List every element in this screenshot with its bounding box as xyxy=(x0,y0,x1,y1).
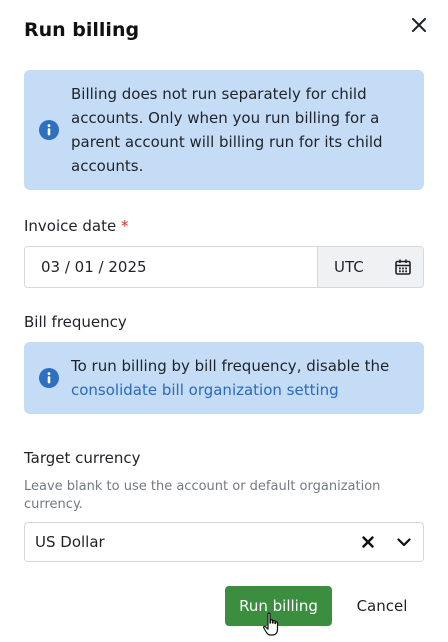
target-currency-hint: Leave blank to use the account or defaul… xyxy=(24,479,381,512)
info-icon xyxy=(39,368,59,388)
chevron-down-icon[interactable] xyxy=(394,532,414,552)
run-billing-dialog: Run billing Billing does not run separat… xyxy=(0,0,448,642)
close-button[interactable] xyxy=(408,14,430,36)
bill-frequency-notice: To run billing by bill frequency, disabl… xyxy=(24,342,424,414)
bill-frequency-text-prefix: To run billing by bill frequency, disabl… xyxy=(71,357,390,375)
invoice-date-label-text: Invoice date xyxy=(24,217,117,235)
info-icon xyxy=(39,120,59,140)
timezone-addon: UTC xyxy=(317,247,423,287)
calendar-icon[interactable] xyxy=(394,258,412,276)
selected-currency: US Dollar xyxy=(35,533,105,551)
clear-x-icon[interactable] xyxy=(358,532,378,552)
notice-text: Billing does not run separately for chil… xyxy=(71,85,383,175)
invoice-date-input[interactable] xyxy=(25,247,317,287)
invoice-date-label: Invoice date * xyxy=(24,217,129,235)
billing-notice: Billing does not run separately for chil… xyxy=(24,70,424,190)
target-currency-label: Target currency xyxy=(24,449,141,467)
target-currency-select[interactable]: US Dollar xyxy=(24,522,424,562)
close-icon xyxy=(412,18,426,32)
bill-frequency-text: To run billing by bill frequency, disabl… xyxy=(71,354,410,402)
required-marker: * xyxy=(121,217,129,235)
bill-frequency-label: Bill frequency xyxy=(24,313,127,331)
cancel-button[interactable]: Cancel xyxy=(344,586,420,626)
timezone-label: UTC xyxy=(334,258,364,276)
consolidate-setting-link[interactable]: consolidate bill organization setting xyxy=(71,381,339,399)
run-billing-button[interactable]: Run billing xyxy=(225,586,332,626)
dialog-title: Run billing xyxy=(24,19,140,41)
invoice-date-field: UTC xyxy=(24,246,424,288)
